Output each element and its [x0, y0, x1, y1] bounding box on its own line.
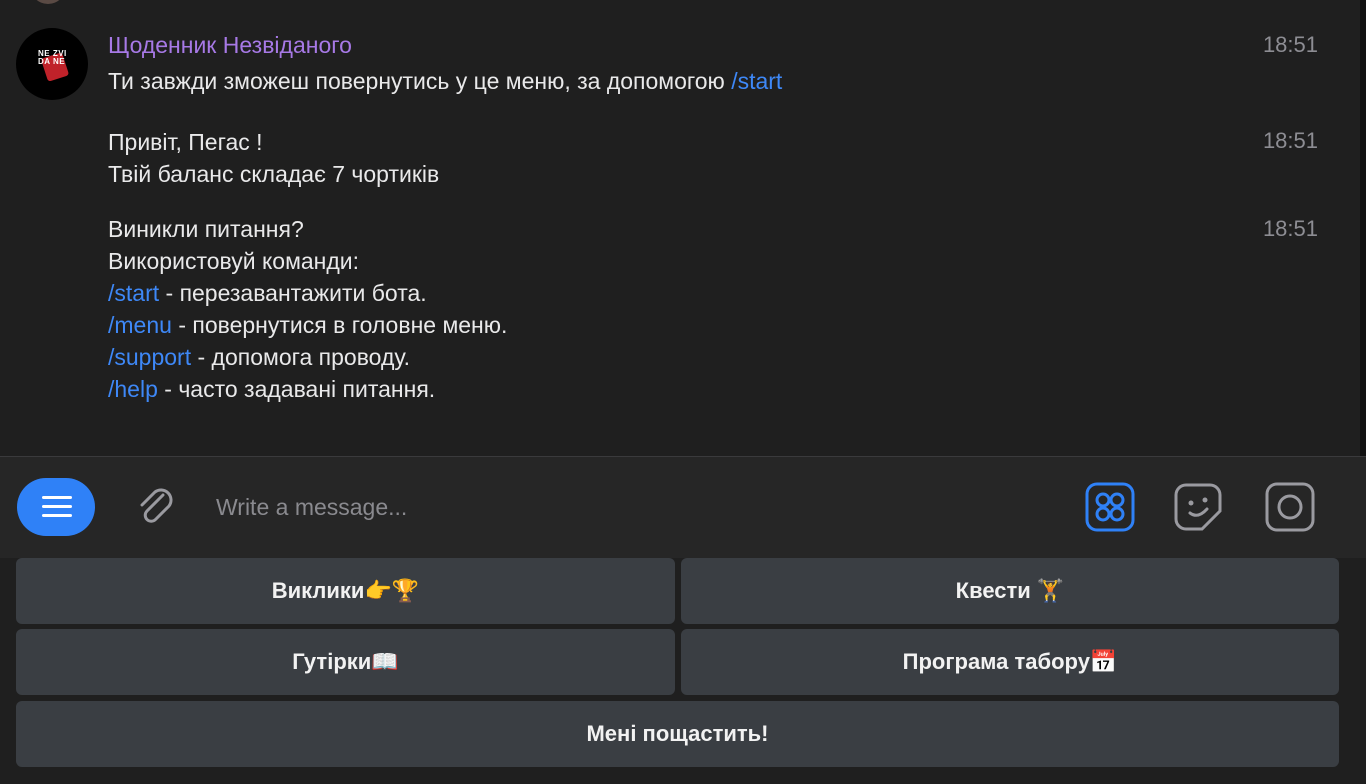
message-fragment: - часто задавані питання.	[157, 376, 436, 402]
message-list[interactable]: NE ZVI DA NE Щоденник Незвіданого 18:51 …	[0, 0, 1366, 456]
bot-menu-button[interactable]	[17, 478, 95, 536]
message-text: Ти завжди зможеш повернутись у це меню, …	[108, 65, 782, 97]
logo-icon: NE ZVI DA NE	[34, 46, 74, 86]
sender-name[interactable]: Щоденник Незвіданого	[108, 32, 352, 59]
message-text: Привіт, Пегас ! Твій баланс складає 7 чор…	[108, 126, 439, 190]
message-text: Виникли питання? Використовуй команди: /st…	[108, 213, 507, 405]
message-line: /menu - повернутися в головне меню.	[108, 309, 507, 341]
message-time: 18:51	[1262, 128, 1318, 153]
message-line: /support - допомога проводу.	[108, 341, 507, 373]
message-line: /start - перезавантажити бота.	[108, 277, 507, 309]
message-line: Використовуй команди:	[108, 245, 507, 277]
message-time: 18:51	[1262, 216, 1318, 241]
message-fragment: - допомога проводу.	[191, 344, 410, 370]
paperclip-icon[interactable]	[130, 481, 182, 533]
message-line: Твій баланс складає 7 чортиків	[108, 158, 439, 190]
message-fragment: Твій баланс складає 7 чортиків	[108, 161, 440, 187]
command-link[interactable]: /support	[108, 344, 191, 370]
command-link[interactable]: /menu	[108, 312, 172, 338]
keyboard-button-talks[interactable]: Гутірки📖	[16, 629, 675, 695]
bot-avatar[interactable]: NE ZVI DA NE	[16, 28, 88, 100]
menu-icon	[42, 496, 72, 499]
message-fragment: - повернутися в головне меню.	[171, 312, 508, 338]
previous-avatar	[30, 0, 66, 4]
message-input[interactable]	[216, 487, 1056, 527]
sticker-icon[interactable]	[1172, 481, 1224, 533]
keyboard-button-quests[interactable]: Квести 🏋	[681, 558, 1339, 624]
message-line: Ти завжди зможеш повернутись у це меню, …	[108, 65, 782, 97]
telegram-chat-window: NE ZVI DA NE Щоденник Незвіданого 18:51 …	[0, 0, 1366, 784]
message-line: Привіт, Пегас !	[108, 126, 439, 158]
avatar-logo-text: NE ZVI DA NE	[38, 49, 67, 66]
reply-keyboard: Виклики👉🏆 Квести 🏋 Гутірки📖 Програма таб…	[0, 558, 1366, 784]
keyboard-button-lucky[interactable]: Мені пощастить!	[16, 701, 1339, 767]
message-fragment: Виникли питання?	[108, 216, 304, 242]
message-fragment: Привіт, Пегас !	[108, 129, 263, 155]
command-link[interactable]: /start	[108, 280, 159, 306]
keyboard-button-challenges[interactable]: Виклики👉🏆	[16, 558, 675, 624]
message-fragment: Використовуй команди:	[108, 248, 360, 274]
message-line: Виникли питання?	[108, 213, 507, 245]
keyboard-button-camp-program[interactable]: Програма табору📅	[681, 629, 1339, 695]
command-link[interactable]: /help	[108, 376, 158, 402]
scrollbar-track[interactable]	[1360, 0, 1366, 456]
message-composer	[0, 456, 1366, 558]
bot-apps-icon[interactable]	[1084, 481, 1136, 533]
command-link[interactable]: /start	[731, 68, 782, 94]
message-time: 18:51	[1262, 32, 1318, 57]
message-line: /help - часто задавані питання.	[108, 373, 507, 405]
message-fragment: Ти завжди зможеш повернутись у це меню, …	[108, 68, 732, 94]
message-fragment: - перезавантажити бота.	[159, 280, 427, 306]
camera-icon[interactable]	[1264, 481, 1316, 533]
